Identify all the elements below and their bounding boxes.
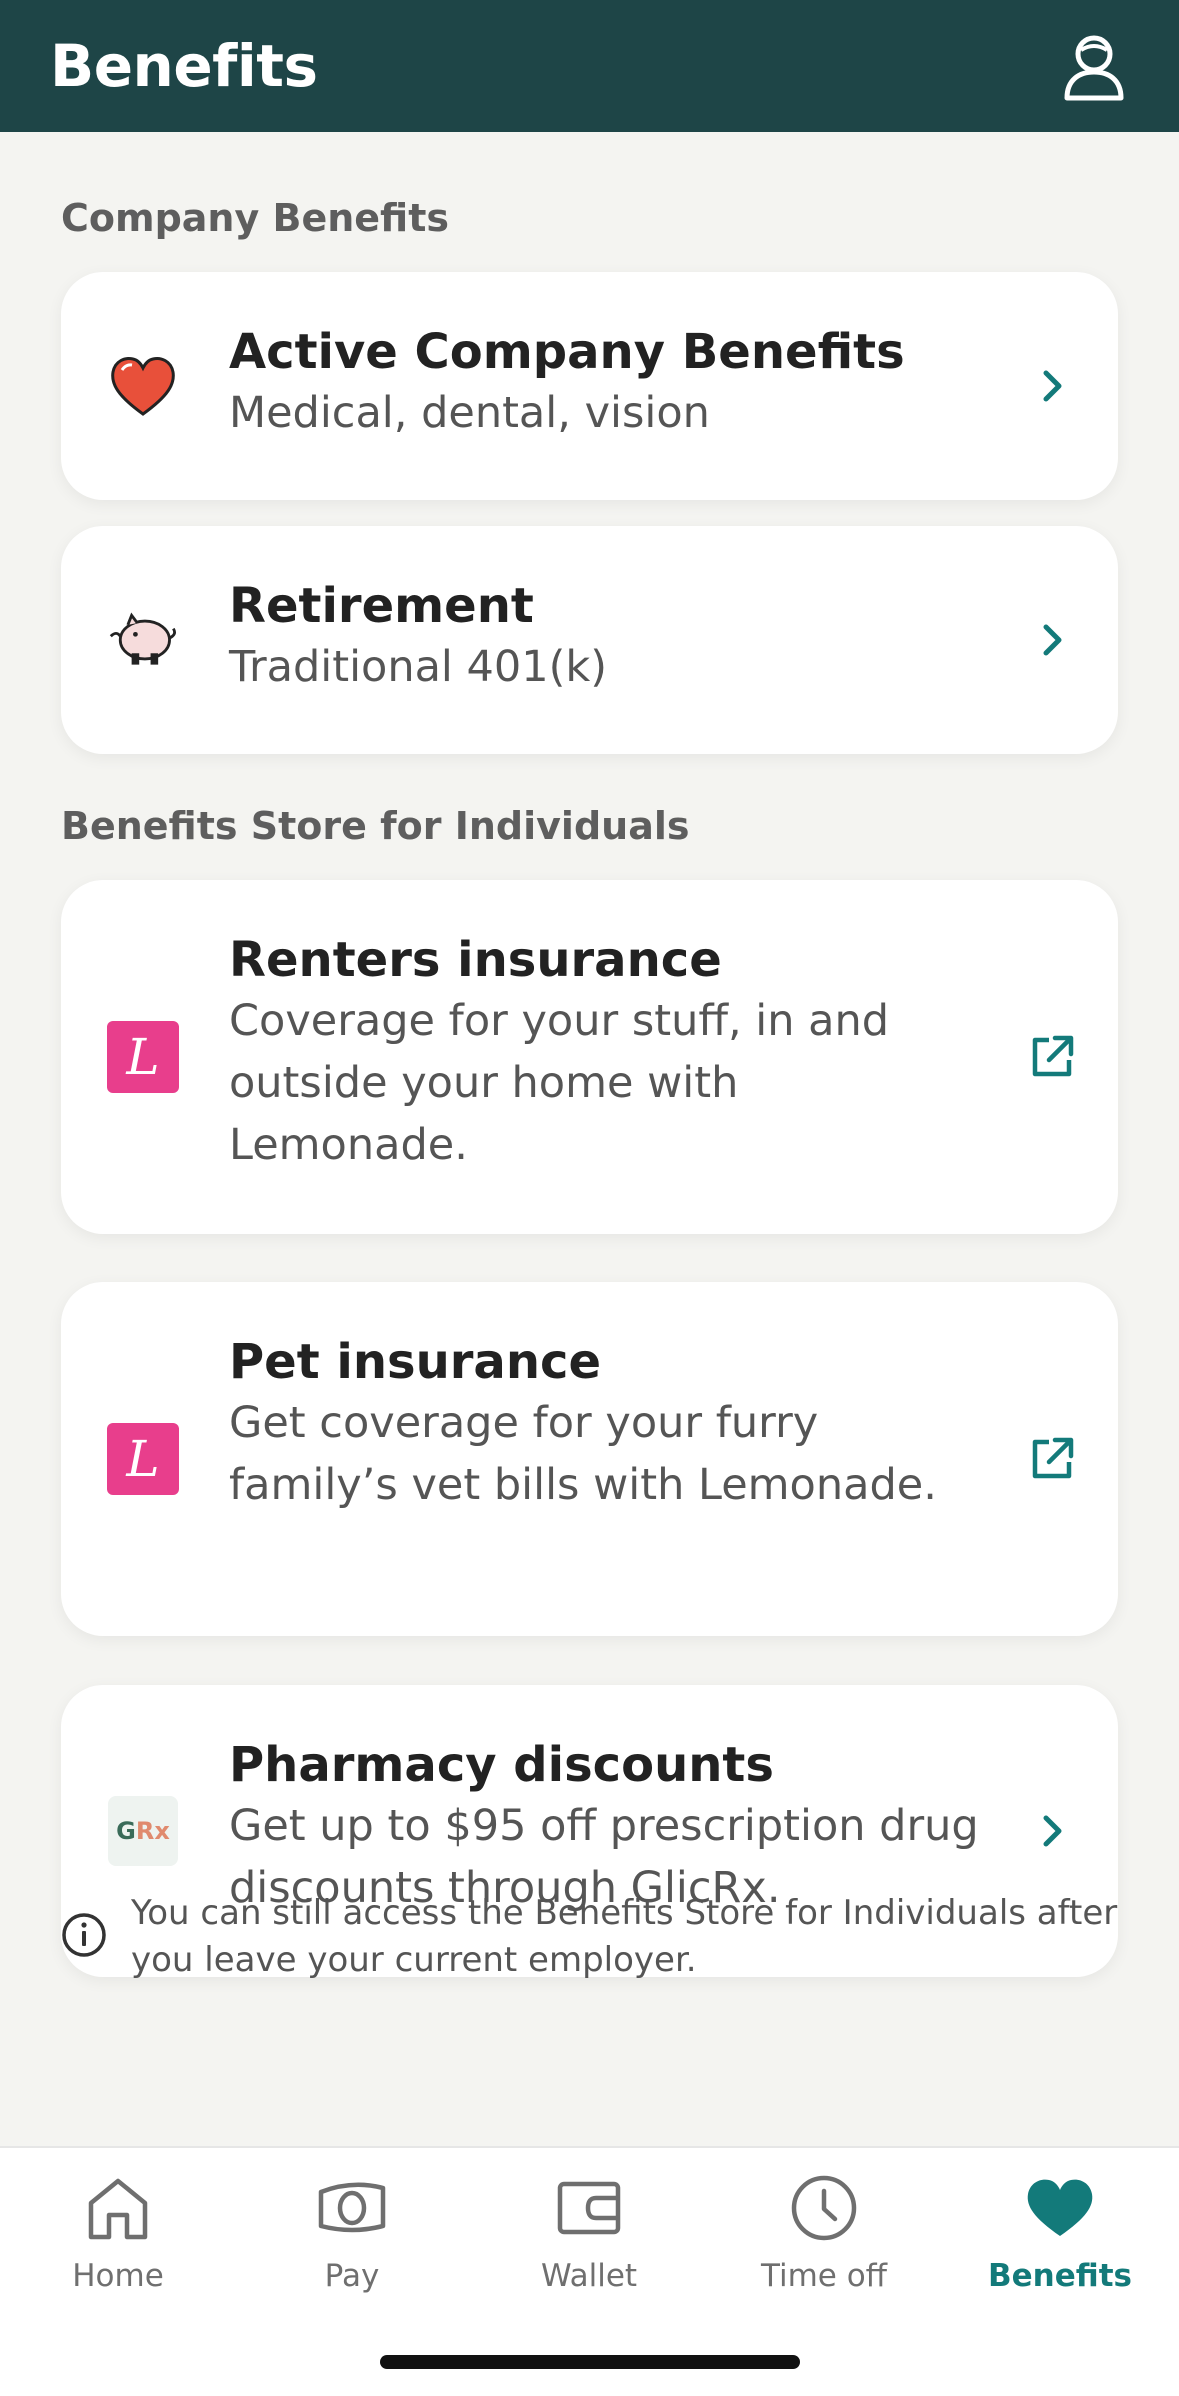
tab-wallet[interactable]: Wallet	[489, 2170, 689, 2310]
info-note: You can still access the Benefits Store …	[61, 1890, 1121, 1984]
card-subtitle: Traditional 401(k)	[229, 642, 608, 692]
page-title: Benefits	[50, 32, 318, 100]
piggy-bank-icon	[107, 604, 179, 676]
tab-benefits[interactable]: Benefits	[960, 2170, 1160, 2310]
info-icon	[62, 1913, 106, 1957]
pet-insurance-card[interactable]: L Pet insurance Get coverage for your fu…	[61, 1282, 1118, 1636]
card-subtitle: Medical, dental, vision	[229, 388, 710, 438]
tab-label: Time off	[760, 2258, 888, 2294]
chevron-right-icon	[1024, 612, 1080, 668]
lemonade-logo: L	[107, 1423, 179, 1495]
tab-label: Home	[72, 2258, 164, 2294]
info-text: You can still access the Benefits Store …	[131, 1893, 1118, 1980]
retirement-card[interactable]: Retirement Traditional 401(k)	[61, 526, 1118, 754]
user-icon	[1064, 35, 1124, 101]
tab-label: Pay	[324, 2258, 380, 2294]
card-title: Active Company Benefits	[229, 324, 905, 380]
profile-button[interactable]	[1059, 26, 1129, 106]
main-content: Company Benefits Active Company Benefits…	[0, 132, 1179, 2146]
tab-label: Benefits	[988, 2258, 1132, 2294]
clock-icon	[786, 2170, 862, 2246]
lemonade-logo: L	[107, 1021, 179, 1093]
active-company-benefits-card[interactable]: Active Company Benefits Medical, dental,…	[61, 272, 1118, 500]
app-header: Benefits	[0, 0, 1179, 132]
card-subtitle: Get coverage for your furry family’s vet…	[229, 1398, 937, 1510]
chevron-right-icon	[1024, 358, 1080, 414]
section-title-company: Company Benefits	[61, 196, 449, 240]
chevron-right-icon	[1024, 1803, 1080, 1859]
renters-insurance-card[interactable]: L Renters insurance Coverage for your st…	[61, 880, 1118, 1234]
heart-icon	[107, 350, 179, 422]
tab-label: Wallet	[540, 2258, 638, 2294]
external-link-icon[interactable]	[1024, 1431, 1080, 1487]
card-title: Pharmacy discounts	[229, 1737, 774, 1793]
home-icon	[80, 2170, 156, 2246]
wallet-icon	[551, 2170, 627, 2246]
external-link-icon[interactable]	[1024, 1029, 1080, 1085]
card-subtitle: Coverage for your stuff, in and outside …	[229, 996, 890, 1170]
glicrx-logo: G Rx	[107, 1795, 179, 1867]
heart-icon	[1022, 2170, 1098, 2246]
home-indicator	[380, 2355, 800, 2369]
section-title-store: Benefits Store for Individuals	[61, 804, 690, 848]
card-title: Retirement	[229, 578, 534, 634]
tab-home[interactable]: Home	[18, 2170, 218, 2310]
card-title: Renters insurance	[229, 932, 722, 988]
tab-pay[interactable]: Pay	[252, 2170, 452, 2310]
card-title: Pet insurance	[229, 1334, 601, 1390]
tab-time-off[interactable]: Time off	[724, 2170, 924, 2310]
pay-icon	[314, 2170, 390, 2246]
